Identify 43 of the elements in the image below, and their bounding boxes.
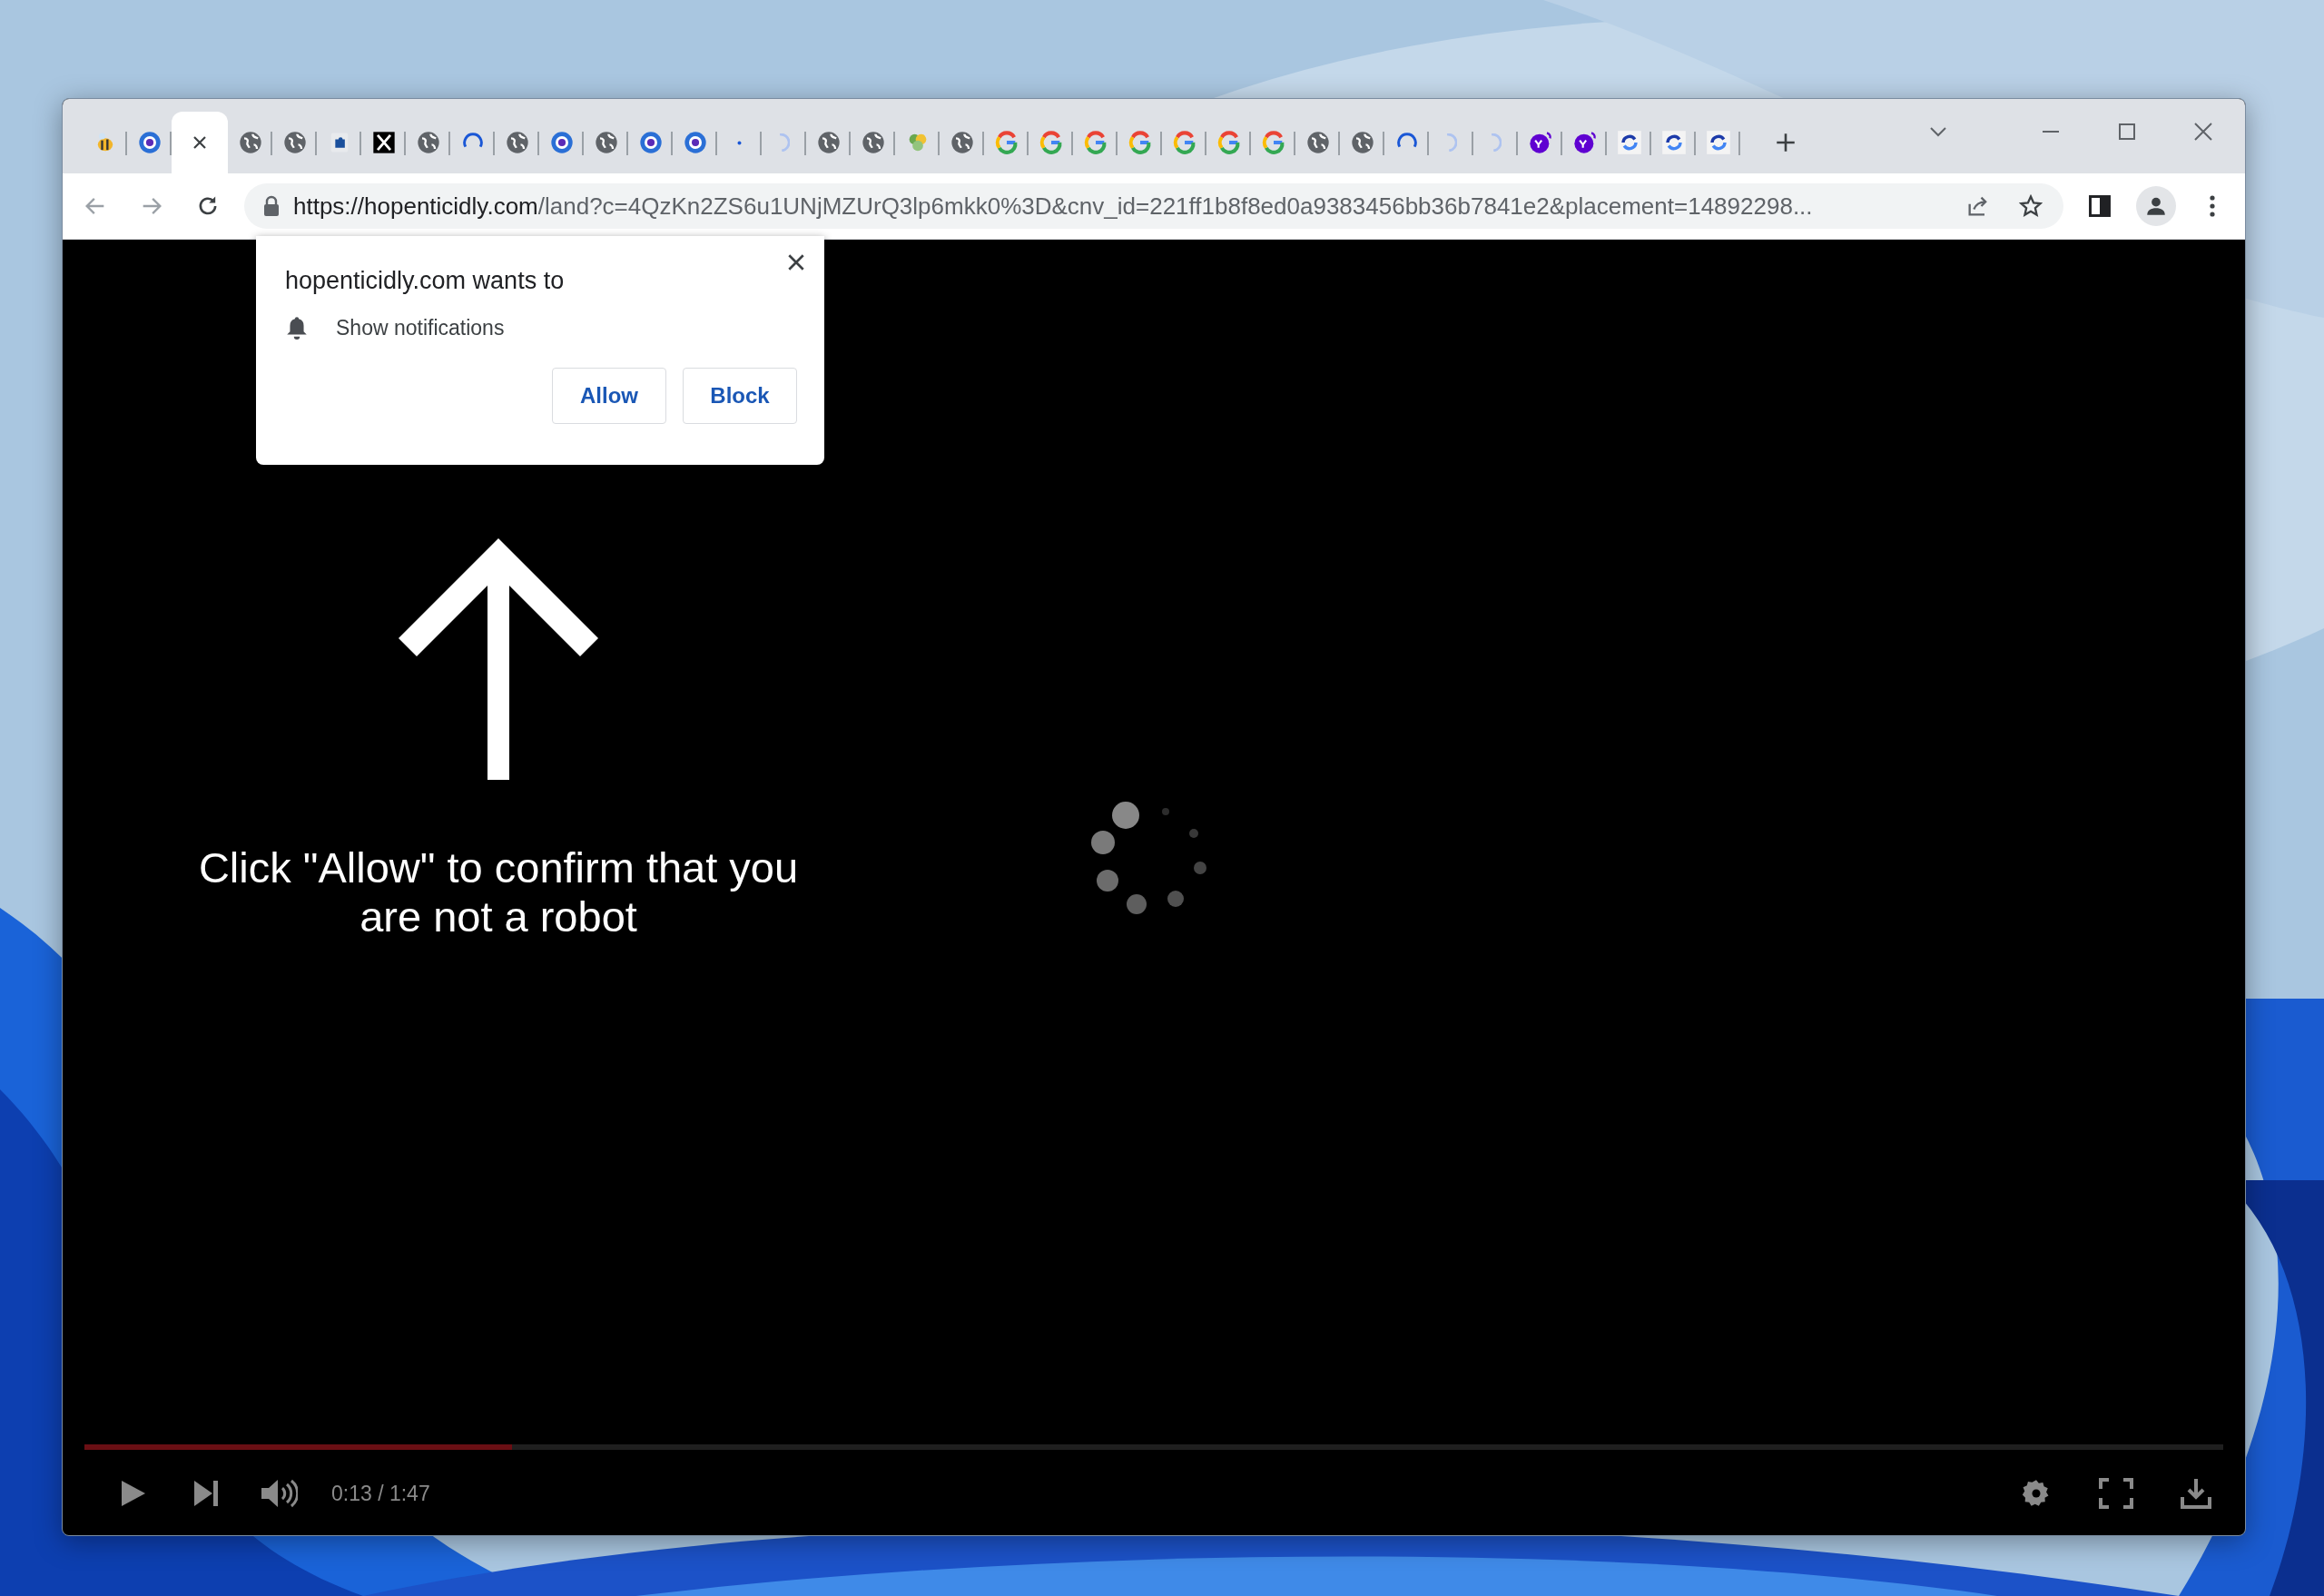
yahoo-icon [1571,130,1598,155]
recaptcha-icon [1616,130,1642,155]
yahoo-icon [1527,130,1553,155]
swirl-icon [637,130,664,155]
globe-icon [593,130,619,155]
globe-icon [504,130,530,155]
swirl-icon [136,130,162,155]
spinner-icon [778,133,790,152]
popup-title: hopenticidly.com wants to [285,267,566,295]
globe-icon [815,130,842,155]
globe-icon [281,130,308,155]
time-display: 0:13 / 1:47 [331,1481,430,1506]
recaptcha-icon [1705,130,1731,155]
swirl-icon [548,130,575,155]
permission-text: Show notifications [336,315,505,340]
bell-icon [285,315,309,340]
globe-icon [1305,130,1331,155]
spinner-icon [1490,133,1502,152]
popup-button[interactable]: Block [683,368,797,424]
instruction-text: Click "Allow" to confirm that you are not a robot [197,843,800,941]
google-icon [993,130,1019,155]
globe-icon [237,130,263,155]
google-icon [1082,130,1108,155]
google-icon [1260,130,1286,155]
url-text: https://hopenticidly.com/land?c=4QzKn2ZS6u1UNjMZUrQ3lp6mkk0%3D&cnv_id=221ff1b8f8ed0a9383456bb36b7841e2&placement=14892298... [293,192,1814,221]
globe-icon [415,130,441,155]
globe-icon [860,130,886,155]
address-bar[interactable]: https://hopenticidly.com/land?c=4QzKn2ZS6u1UNjMZUrQ3lp6mkk0%3D&cnv_id=221ff1b8f8ed0a9383456bb36b7841e2&placement=14892298... [244,183,2063,229]
popup-button[interactable]: Allow [552,368,666,424]
globe-icon [1349,130,1375,155]
x-icon [370,130,397,155]
google-icon [1171,130,1197,155]
swirl-icon [682,130,708,155]
lock-icon [262,195,281,217]
google-icon [1038,130,1064,155]
google-icon [1216,130,1242,155]
spinner-icon [1445,133,1457,152]
recaptcha-icon [1660,130,1687,155]
google-icon [1127,130,1153,155]
profile-icon[interactable] [2136,186,2176,226]
progress-track[interactable] [84,1444,2223,1450]
dot-icon [737,140,742,145]
globe-icon [949,130,975,155]
